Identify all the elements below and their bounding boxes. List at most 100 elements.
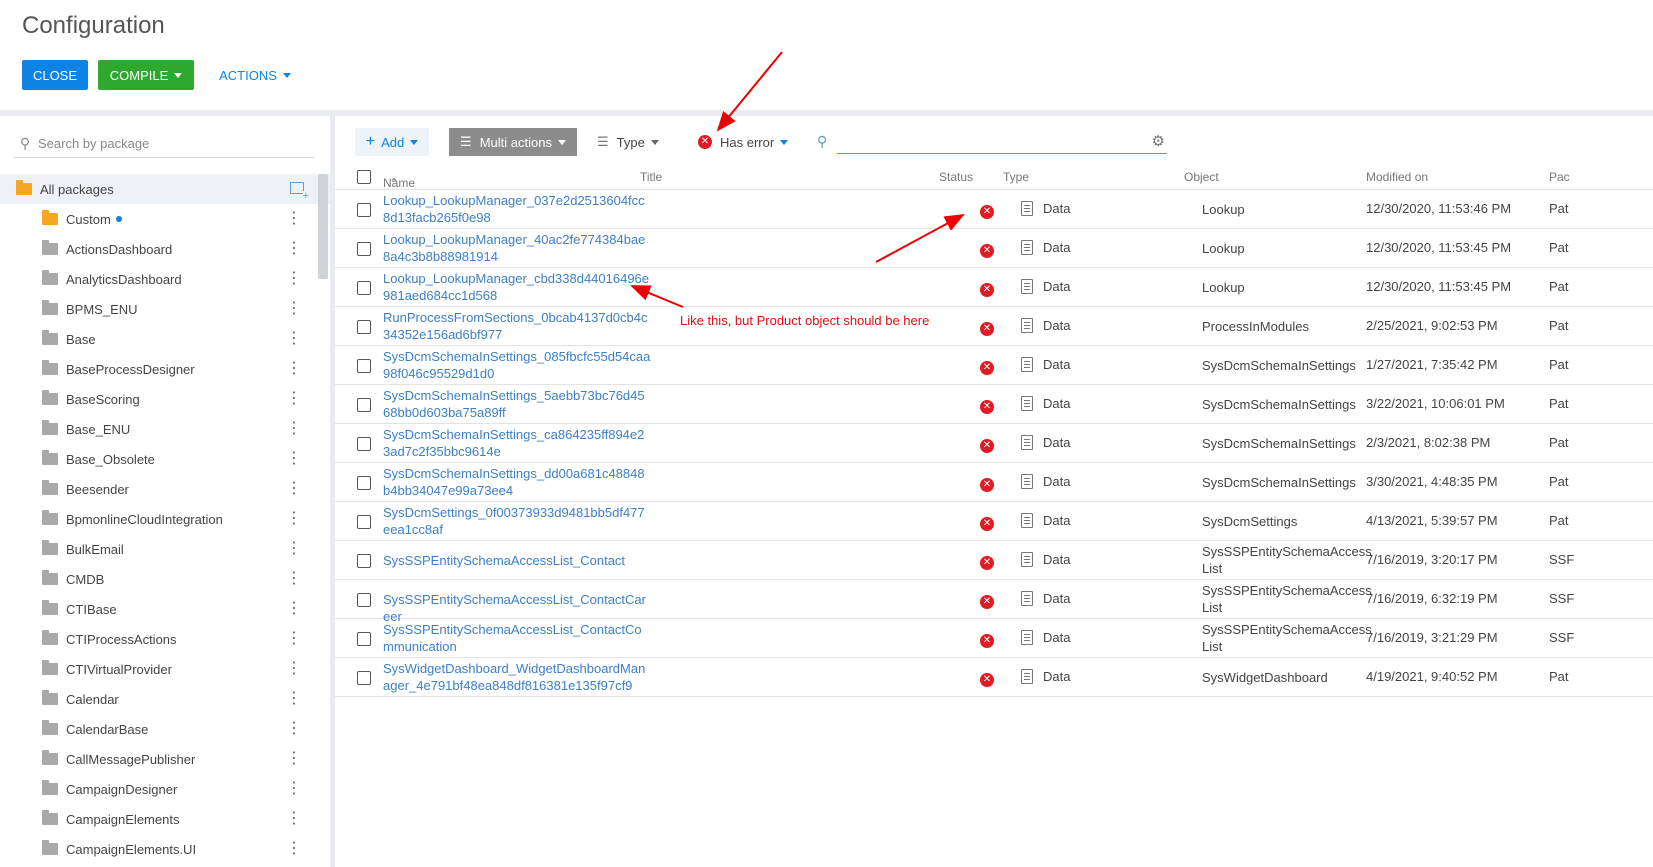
row-checkbox[interactable] — [357, 515, 371, 529]
package-item[interactable]: BulkEmail ⋮ — [0, 534, 330, 564]
schema-name-link[interactable]: Lookup_LookupManager_cbd338d44016496e981… — [383, 270, 651, 304]
row-checkbox[interactable] — [357, 437, 371, 451]
schema-name-link[interactable]: SysDcmSchemaInSettings_5aebb73bc76d4568b… — [383, 387, 651, 421]
has-error-filter-button[interactable]: ✕ Has error — [698, 128, 808, 156]
row-checkbox[interactable] — [357, 281, 371, 295]
column-header-type[interactable]: Type — [1003, 170, 1029, 184]
all-packages-item[interactable]: All packages — [0, 174, 330, 204]
kebab-menu-icon[interactable]: ⋮ — [286, 211, 302, 227]
package-item[interactable]: AnalyticsDashboard ⋮ — [0, 264, 330, 294]
table-row[interactable]: SysWidgetDashboard_WidgetDashboardManage… — [335, 658, 1653, 697]
row-checkbox[interactable] — [357, 242, 371, 256]
column-header-status[interactable]: Status — [939, 170, 973, 184]
table-row[interactable]: Lookup_LookupManager_037e2d2513604fcc8d1… — [335, 190, 1653, 229]
column-header-title[interactable]: Title — [640, 170, 662, 184]
package-item[interactable]: Calendar ⋮ — [0, 684, 330, 714]
row-checkbox[interactable] — [357, 320, 371, 334]
kebab-menu-icon[interactable]: ⋮ — [286, 571, 302, 587]
table-row[interactable]: SysSSPEntitySchemaAccessList_Contact ✕ Dat… — [335, 541, 1653, 580]
row-checkbox[interactable] — [357, 476, 371, 490]
column-header-modified[interactable]: Modified on — [1366, 170, 1428, 184]
schema-name-link[interactable]: SysSSPEntitySchemaAccessList_Contact — [383, 552, 651, 569]
kebab-menu-icon[interactable]: ⋮ — [286, 541, 302, 557]
schema-name-link[interactable]: Lookup_LookupManager_40ac2fe774384bae8a4… — [383, 231, 651, 265]
kebab-menu-icon[interactable]: ⋮ — [286, 421, 302, 437]
schema-search-input[interactable] — [837, 130, 1127, 152]
kebab-menu-icon[interactable]: ⋮ — [286, 241, 302, 257]
package-item[interactable]: CTIBase ⋮ — [0, 594, 330, 624]
package-item[interactable]: ActionsDashboard ⋮ — [0, 234, 330, 264]
row-checkbox[interactable] — [357, 359, 371, 373]
compile-button[interactable]: COMPILE — [98, 60, 194, 90]
kebab-menu-icon[interactable]: ⋮ — [286, 841, 302, 857]
schema-name-link[interactable]: SysDcmSchemaInSettings_ca864235ff894e23a… — [383, 426, 651, 460]
kebab-menu-icon[interactable]: ⋮ — [286, 781, 302, 797]
package-item[interactable]: CampaignDesigner ⋮ — [0, 774, 330, 804]
package-item[interactable]: BPMS_ENU ⋮ — [0, 294, 330, 324]
package-item[interactable]: CallMessagePublisher ⋮ — [0, 744, 330, 774]
schema-name-link[interactable]: SysSSPEntitySchemaAccessList_ContactComm… — [383, 621, 651, 655]
sidebar-scrollbar[interactable] — [318, 174, 328, 279]
package-item[interactable]: Base ⋮ — [0, 324, 330, 354]
row-checkbox[interactable] — [357, 398, 371, 412]
package-item[interactable]: CTIProcessActions ⋮ — [0, 624, 330, 654]
schema-name-link[interactable]: Lookup_LookupManager_037e2d2513604fcc8d1… — [383, 192, 651, 226]
column-header-object[interactable]: Object — [1184, 170, 1219, 184]
row-checkbox[interactable] — [357, 554, 371, 568]
table-row[interactable]: RunProcessFromSections_0bcab4137d0cb4c34… — [335, 307, 1653, 346]
schema-name-link[interactable]: SysDcmSettings_0f00373933d9481bb5df477ee… — [383, 504, 651, 538]
schema-name-link[interactable]: SysDcmSchemaInSettings_085fbcfc55d54caa9… — [383, 348, 651, 382]
kebab-menu-icon[interactable]: ⋮ — [286, 481, 302, 497]
select-all-checkbox[interactable] — [357, 170, 371, 184]
kebab-menu-icon[interactable]: ⋮ — [286, 751, 302, 767]
row-checkbox[interactable] — [357, 632, 371, 646]
package-item[interactable]: CMDB ⋮ — [0, 564, 330, 594]
kebab-menu-icon[interactable]: ⋮ — [286, 721, 302, 737]
multi-actions-button[interactable]: ☰ Multi actions — [449, 128, 577, 156]
package-search-input[interactable] — [36, 135, 306, 152]
package-item[interactable]: BpmonlineCloudIntegration ⋮ — [0, 504, 330, 534]
kebab-menu-icon[interactable]: ⋮ — [286, 661, 302, 677]
package-item[interactable]: Base_Obsolete ⋮ — [0, 444, 330, 474]
kebab-menu-icon[interactable]: ⋮ — [286, 601, 302, 617]
package-item[interactable]: CTIVirtualProvider ⋮ — [0, 654, 330, 684]
table-row[interactable]: SysSSPEntitySchemaAccessList_ContactCare… — [335, 580, 1653, 624]
kebab-menu-icon[interactable]: ⋮ — [286, 451, 302, 467]
table-row[interactable]: SysDcmSchemaInSettings_5aebb73bc76d4568b… — [335, 385, 1653, 424]
table-row[interactable]: SysDcmSchemaInSettings_dd00a681c48848b4b… — [335, 463, 1653, 502]
kebab-menu-icon[interactable]: ⋮ — [286, 271, 302, 287]
table-row[interactable]: SysSSPEntitySchemaAccessList_ContactComm… — [335, 619, 1653, 658]
table-row[interactable]: SysDcmSchemaInSettings_ca864235ff894e23a… — [335, 424, 1653, 463]
kebab-menu-icon[interactable]: ⋮ — [286, 361, 302, 377]
package-item[interactable]: Custom ⋮ — [0, 204, 330, 234]
package-item[interactable]: BaseScoring ⋮ — [0, 384, 330, 414]
actions-button[interactable]: ACTIONS — [215, 60, 295, 90]
kebab-menu-icon[interactable]: ⋮ — [286, 331, 302, 347]
package-item[interactable]: Beesender ⋮ — [0, 474, 330, 504]
schema-name-link[interactable]: SysDcmSchemaInSettings_dd00a681c48848b4b… — [383, 465, 651, 499]
add-folder-icon[interactable] — [290, 182, 309, 201]
kebab-menu-icon[interactable]: ⋮ — [286, 391, 302, 407]
row-checkbox[interactable] — [357, 671, 371, 685]
kebab-menu-icon[interactable]: ⋮ — [286, 301, 302, 317]
kebab-menu-icon[interactable]: ⋮ — [286, 511, 302, 527]
row-checkbox[interactable] — [357, 593, 371, 607]
table-row[interactable]: SysDcmSettings_0f00373933d9481bb5df477ee… — [335, 502, 1653, 541]
table-row[interactable]: Lookup_LookupManager_cbd338d44016496e981… — [335, 268, 1653, 307]
table-row[interactable]: Lookup_LookupManager_40ac2fe774384bae8a4… — [335, 229, 1653, 268]
package-item[interactable]: CampaignElements ⋮ — [0, 804, 330, 834]
schema-name-link[interactable]: SysWidgetDashboard_WidgetDashboardManage… — [383, 660, 651, 694]
kebab-menu-icon[interactable]: ⋮ — [286, 811, 302, 827]
kebab-menu-icon[interactable]: ⋮ — [286, 691, 302, 707]
add-button[interactable]: + Add — [355, 128, 429, 156]
package-item[interactable]: CalendarBase ⋮ — [0, 714, 330, 744]
column-header-package[interactable]: Pac — [1549, 170, 1570, 184]
gear-icon[interactable]: ⚙ — [1152, 132, 1165, 150]
schema-name-link[interactable]: RunProcessFromSections_0bcab4137d0cb4c34… — [383, 309, 651, 343]
package-item[interactable]: BaseProcessDesigner ⋮ — [0, 354, 330, 384]
kebab-menu-icon[interactable]: ⋮ — [286, 631, 302, 647]
row-checkbox[interactable] — [357, 203, 371, 217]
package-item[interactable]: Base_ENU ⋮ — [0, 414, 330, 444]
table-row[interactable]: SysDcmSchemaInSettings_085fbcfc55d54caa9… — [335, 346, 1653, 385]
close-button[interactable]: CLOSE — [22, 60, 88, 90]
